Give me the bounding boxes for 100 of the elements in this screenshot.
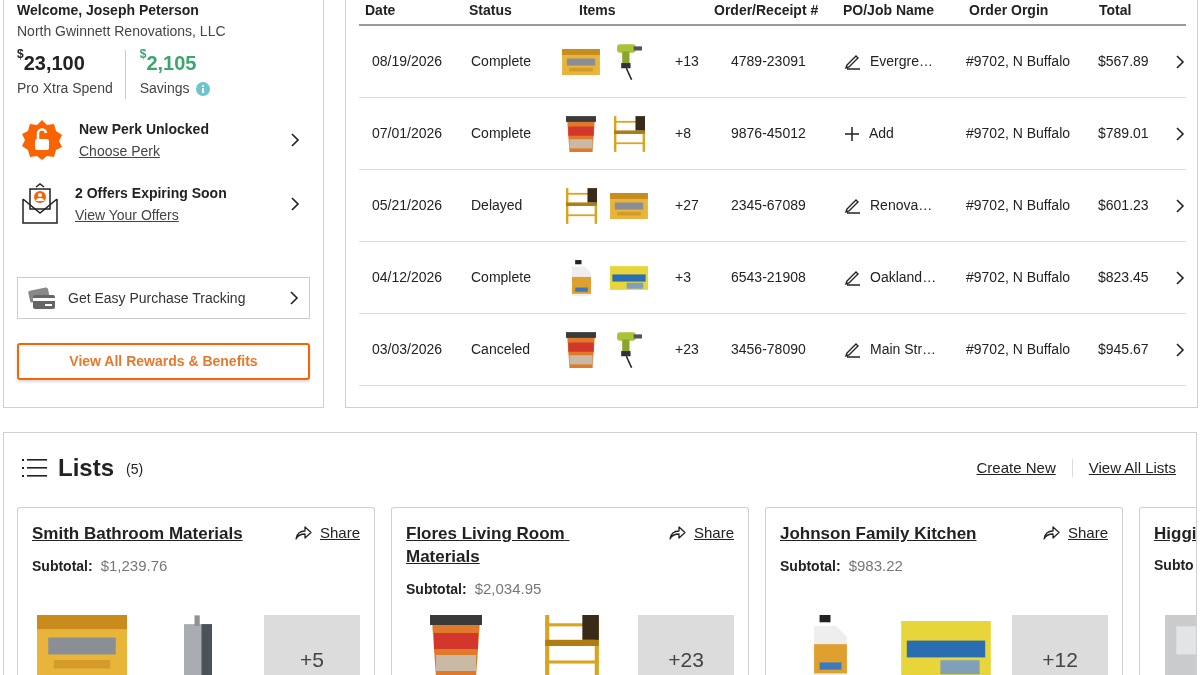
more-items-count: +8: [675, 124, 691, 143]
column-header: Total: [1098, 1, 1133, 20]
pencil-icon[interactable]: [844, 197, 861, 214]
savings-amount: $^{$}$2,105: [139, 50, 198, 76]
column-header: Order/Receipt #: [713, 1, 820, 20]
credit-card-icon: [28, 286, 56, 310]
job-name[interactable]: Oakland…: [870, 267, 937, 288]
chevron-right-icon[interactable]: [1175, 125, 1185, 142]
share-link[interactable]: Share: [1067, 522, 1108, 545]
column-header: PO/Job Name: [842, 1, 936, 20]
job-name[interactable]: Main Str…: [870, 339, 937, 360]
share-link[interactable]: Share: [319, 522, 360, 545]
more-items-count: +23: [675, 340, 699, 359]
list-card[interactable]: Flores Living Room Materials Share Subtotal: $2,034.95 +23: [391, 507, 749, 675]
table-cell-text: 4789-23091: [730, 52, 807, 71]
more-items-count: +27: [675, 196, 699, 215]
pencil-icon[interactable]: [844, 53, 861, 70]
chevron-right-icon[interactable]: [1175, 341, 1185, 358]
list-title[interactable]: Flores Living Room Materials: [406, 522, 636, 568]
table-cell-text: 9876-45012: [730, 124, 807, 143]
table-cell-text: 07/01/2026: [371, 124, 444, 143]
subtotal-value: $2,034.95: [474, 579, 542, 599]
table-cell-text: Complete: [470, 52, 532, 71]
stat-label: Savings: [139, 79, 190, 98]
column-header: Status: [468, 1, 513, 20]
list-title[interactable]: Smith Bathroom Materials: [32, 522, 243, 545]
chevron-right-icon[interactable]: [290, 132, 300, 148]
pencil-icon[interactable]: [844, 341, 861, 358]
table-cell-text: 6543-21908: [730, 268, 807, 287]
chevron-right-icon[interactable]: [1175, 269, 1185, 286]
table-cell-text: Complete: [470, 124, 532, 143]
table-cell-text: $945.67: [1097, 340, 1150, 359]
promo-title: 2 Offers Expiring Soon: [75, 184, 228, 203]
table-cell-text: 04/12/2026: [371, 268, 444, 287]
subtotal-label: Subtotal:: [32, 556, 93, 576]
subtotal-label: Subto: [1154, 556, 1194, 575]
subtotal-value: $983.22: [848, 556, 903, 576]
promo-title: New Perk Unlocked: [79, 120, 210, 139]
table-cell-text: #9702, N Buffalo: [965, 340, 1072, 359]
more-items-tile[interactable]: +5: [264, 615, 360, 675]
share-icon[interactable]: [294, 526, 312, 541]
spend-amount: $^{$}$23,100: [17, 50, 86, 76]
order-row[interactable]: 08/19/2026 Complete +13 4789-23091 Evergre… #9702, N Buffalo $567.89: [359, 26, 1186, 98]
order-row[interactable]: 04/12/2026 Complete +3 6543-21908 Oakland… #9702, N Buffalo $823.45: [359, 242, 1186, 314]
more-items-tile[interactable]: +23: [638, 615, 734, 675]
table-cell-text: 08/19/2026: [371, 52, 444, 71]
order-row[interactable]: 07/01/2026 Complete +8 9876-45012 Add #9702, N Buffalo $789.01: [359, 98, 1186, 170]
chevron-right-icon[interactable]: [289, 290, 299, 306]
list-action-link[interactable]: View All Lists: [1088, 456, 1176, 480]
table-cell-text: $823.45: [1097, 268, 1150, 287]
table-cell-text: $567.89: [1097, 52, 1150, 71]
job-name[interactable]: Add: [869, 123, 894, 144]
share-icon[interactable]: [668, 526, 686, 541]
more-items-count: +13: [675, 52, 699, 71]
job-name[interactable]: Renova…: [870, 195, 933, 216]
table-cell-text: 05/21/2026: [371, 196, 444, 215]
list-title[interactable]: Higgi: [1154, 522, 1196, 545]
order-row[interactable]: 05/21/2026 Delayed +27 2345-67089 Renova… #9702, N Buffalo $601.23: [359, 170, 1186, 242]
chevron-right-icon[interactable]: [1175, 53, 1185, 70]
table-cell-text: #9702, N Buffalo: [965, 124, 1072, 143]
promo-link[interactable]: Choose Perk: [79, 141, 160, 161]
tracking-button[interactable]: Get Easy Purchase Tracking: [17, 277, 310, 319]
welcome-heading: Welcome, Joseph Peterson: [17, 1, 200, 19]
stat-label: Pro Xtra Spend: [17, 79, 113, 98]
lists-count: (5): [126, 460, 144, 479]
table-cell-text: #9702, N Buffalo: [965, 268, 1072, 287]
table-cell-text: #9702, N Buffalo: [965, 196, 1072, 215]
list-card[interactable]: Smith Bathroom Materials Share Subtotal: $1,239.76 +5: [17, 507, 375, 675]
table-cell-text: Delayed: [470, 196, 524, 215]
table-cell-text: Complete: [470, 268, 532, 287]
share-link[interactable]: Share: [693, 522, 734, 545]
company-name: North Gwinnett Renovations, LLC: [17, 22, 227, 40]
table-cell-text: 03/03/2026: [371, 340, 444, 359]
lists-title: Lists: [58, 453, 114, 483]
job-name[interactable]: Evergre…: [870, 51, 934, 72]
chevron-right-icon[interactable]: [1175, 197, 1185, 214]
table-cell-text: #9702, N Buffalo: [965, 52, 1072, 71]
more-items-tile[interactable]: +12: [1012, 615, 1108, 675]
envelope-icon: [21, 183, 59, 225]
list-card[interactable]: Higgi Subto: [1139, 507, 1196, 675]
order-row[interactable]: 03/03/2026 Canceled +23 3456-78090 Main Str… #9702, N Buffalo $945.67: [359, 314, 1186, 386]
unlocked-badge-icon: [21, 119, 63, 161]
share-icon[interactable]: [1042, 526, 1060, 541]
table-cell-text: Canceled: [470, 340, 532, 359]
list-action-link[interactable]: Create New: [976, 456, 1056, 480]
plus-icon[interactable]: [844, 125, 860, 142]
table-cell-text: $789.01: [1097, 124, 1150, 143]
column-header: Items: [578, 1, 617, 20]
subtotal-label: Subtotal:: [780, 556, 841, 576]
subtotal-label: Subtotal:: [406, 579, 467, 599]
subtotal-value: $1,239.76: [100, 556, 168, 576]
list-card[interactable]: Johnson Family Kitchen Share Subtotal: $983.22 +12: [765, 507, 1123, 675]
list-icon: [22, 458, 48, 478]
chevron-right-icon[interactable]: [290, 196, 300, 212]
table-cell-text: $601.23: [1097, 196, 1150, 215]
promo-link[interactable]: View Your Offers: [75, 205, 179, 225]
pencil-icon[interactable]: [844, 269, 861, 286]
table-cell-text: 3456-78090: [730, 340, 807, 359]
more-items-count: +3: [675, 268, 691, 287]
list-title[interactable]: Johnson Family Kitchen: [780, 522, 977, 545]
